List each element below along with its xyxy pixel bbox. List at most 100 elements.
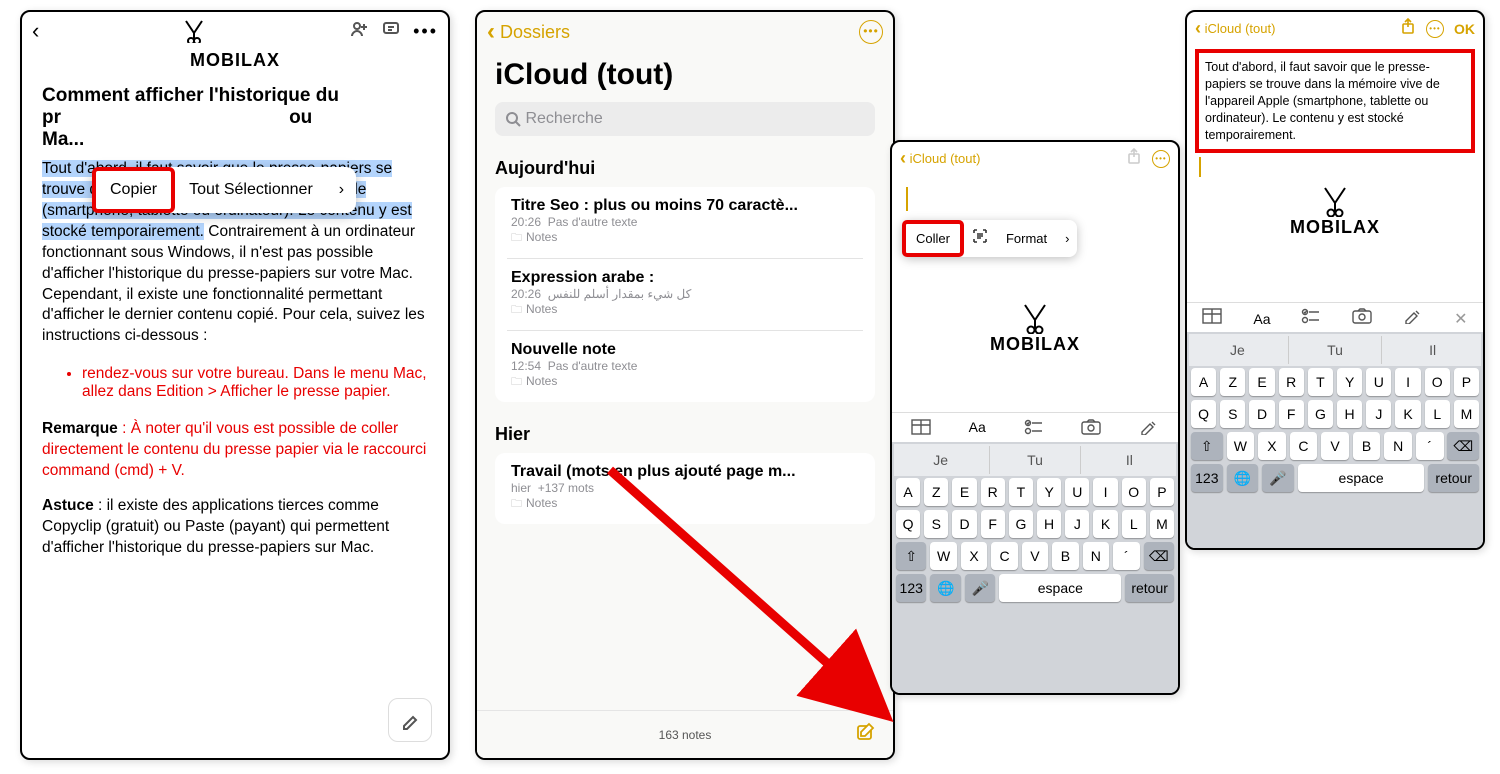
key-A[interactable]: A <box>1191 368 1216 396</box>
key-U[interactable]: U <box>1065 478 1089 506</box>
add-person-icon[interactable] <box>349 19 369 44</box>
num-key[interactable]: 123 <box>1191 464 1223 492</box>
key-´[interactable]: ´ <box>1113 542 1139 570</box>
key-U[interactable]: U <box>1366 368 1391 396</box>
key-V[interactable]: V <box>1022 542 1048 570</box>
key-Y[interactable]: Y <box>1337 368 1362 396</box>
menu-more-icon[interactable]: › <box>327 171 356 209</box>
key-A[interactable]: A <box>896 478 920 506</box>
key-Z[interactable]: Z <box>924 478 948 506</box>
search-field[interactable]: Recherche <box>495 102 875 136</box>
key-B[interactable]: B <box>1353 432 1381 460</box>
return-key[interactable]: retour <box>1125 574 1174 602</box>
more-icon[interactable]: ••• <box>859 20 883 44</box>
more-icon[interactable]: ••• <box>1426 20 1444 38</box>
paste-button[interactable]: Coller <box>902 220 964 257</box>
key-K[interactable]: K <box>1395 400 1420 428</box>
suggestion[interactable]: Tu <box>1288 336 1383 364</box>
back-button[interactable]: ‹ Dossiers <box>487 18 570 46</box>
key-L[interactable]: L <box>1122 510 1146 538</box>
backspace-key[interactable]: ⌫ <box>1447 432 1479 460</box>
close-keyboard-icon[interactable]: ✕ <box>1454 309 1467 329</box>
camera-icon[interactable] <box>1352 308 1372 329</box>
draw-icon[interactable] <box>1139 419 1159 440</box>
key-Y[interactable]: Y <box>1037 478 1061 506</box>
key-P[interactable]: P <box>1150 478 1174 506</box>
shift-key[interactable]: ⇧ <box>1191 432 1223 460</box>
space-key[interactable]: espace <box>1298 464 1425 492</box>
text-format-icon[interactable]: Aa <box>969 419 986 440</box>
table-icon[interactable] <box>911 419 931 440</box>
checklist-icon[interactable] <box>1024 419 1044 440</box>
suggestion[interactable]: Il <box>1085 446 1174 474</box>
key-S[interactable]: S <box>924 510 948 538</box>
key-I[interactable]: I <box>1093 478 1117 506</box>
key-J[interactable]: J <box>1065 510 1089 538</box>
key-N[interactable]: N <box>1083 542 1109 570</box>
key-G[interactable]: G <box>1308 400 1333 428</box>
key-F[interactable]: F <box>981 510 1005 538</box>
key-V[interactable]: V <box>1321 432 1349 460</box>
key-E[interactable]: E <box>952 478 976 506</box>
share-icon[interactable] <box>1400 18 1416 39</box>
pasted-text[interactable]: Tout d'abord, il faut savoir que le pres… <box>1195 49 1475 153</box>
key-Q[interactable]: Q <box>896 510 920 538</box>
space-key[interactable]: espace <box>999 574 1121 602</box>
key-M[interactable]: M <box>1150 510 1174 538</box>
checklist-icon[interactable] <box>1301 308 1321 329</box>
key-I[interactable]: I <box>1395 368 1420 396</box>
draw-icon[interactable] <box>1403 308 1423 329</box>
menu-more-icon[interactable]: › <box>1057 224 1077 253</box>
key-M[interactable]: M <box>1454 400 1479 428</box>
key-O[interactable]: O <box>1122 478 1146 506</box>
back-icon[interactable]: ‹ <box>32 18 39 44</box>
key-´[interactable]: ´ <box>1416 432 1444 460</box>
key-J[interactable]: J <box>1366 400 1391 428</box>
comment-icon[interactable] <box>381 19 401 44</box>
key-D[interactable]: D <box>952 510 976 538</box>
copy-button[interactable]: Copier <box>92 167 175 213</box>
scan-text-icon[interactable] <box>964 221 996 256</box>
suggestion[interactable]: Je <box>896 446 985 474</box>
key-C[interactable]: C <box>1290 432 1318 460</box>
key-R[interactable]: R <box>1279 368 1304 396</box>
key-P[interactable]: P <box>1454 368 1479 396</box>
shift-key[interactable]: ⇧ <box>896 542 926 570</box>
edit-fab[interactable] <box>388 698 432 742</box>
more-icon[interactable]: ••• <box>413 21 438 42</box>
globe-key[interactable]: 🌐 <box>1227 464 1259 492</box>
back-button[interactable]: ‹ iCloud (tout) <box>900 148 980 169</box>
suggestion[interactable]: Je <box>1191 336 1284 364</box>
key-W[interactable]: W <box>930 542 956 570</box>
key-S[interactable]: S <box>1220 400 1245 428</box>
key-G[interactable]: G <box>1009 510 1033 538</box>
share-icon[interactable] <box>1126 148 1142 169</box>
more-icon[interactable]: ••• <box>1152 150 1170 168</box>
camera-icon[interactable] <box>1081 419 1101 440</box>
done-button[interactable]: OK <box>1454 21 1475 37</box>
key-X[interactable]: X <box>961 542 987 570</box>
format-button[interactable]: Format <box>996 224 1057 253</box>
key-H[interactable]: H <box>1037 510 1061 538</box>
suggestion[interactable]: Il <box>1386 336 1479 364</box>
globe-key[interactable]: 🌐 <box>930 574 960 602</box>
key-N[interactable]: N <box>1384 432 1412 460</box>
key-L[interactable]: L <box>1425 400 1450 428</box>
key-Q[interactable]: Q <box>1191 400 1216 428</box>
compose-icon[interactable] <box>711 721 877 748</box>
back-button[interactable]: ‹ iCloud (tout) <box>1195 18 1275 39</box>
mic-key[interactable]: 🎤 <box>965 574 995 602</box>
note-item[interactable]: Travail (mots en plus ajouté page m... h… <box>507 453 863 524</box>
key-D[interactable]: D <box>1249 400 1274 428</box>
key-F[interactable]: F <box>1279 400 1304 428</box>
note-item[interactable]: Expression arabe : 20:26 كل شيء بمقدار أ… <box>507 259 863 331</box>
mic-key[interactable]: 🎤 <box>1262 464 1294 492</box>
key-E[interactable]: E <box>1249 368 1274 396</box>
key-Z[interactable]: Z <box>1220 368 1245 396</box>
key-H[interactable]: H <box>1337 400 1362 428</box>
key-R[interactable]: R <box>981 478 1005 506</box>
key-O[interactable]: O <box>1425 368 1450 396</box>
key-W[interactable]: W <box>1227 432 1255 460</box>
key-C[interactable]: C <box>991 542 1017 570</box>
select-all-button[interactable]: Tout Sélectionner <box>175 171 327 209</box>
